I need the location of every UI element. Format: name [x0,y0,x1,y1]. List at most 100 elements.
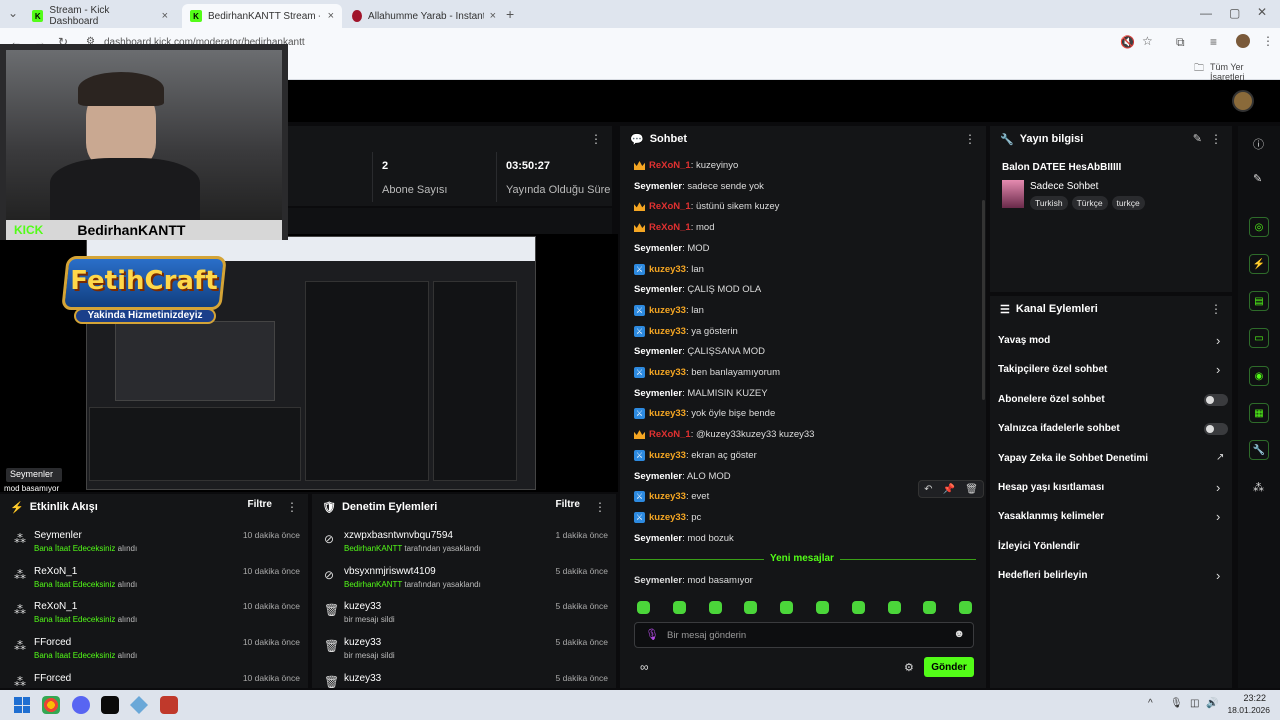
delete-icon[interactable]: 🗑 [965,484,978,495]
chat-username[interactable]: Seymenler [634,346,682,357]
wrench-tool-icon[interactable]: 🔧 [1249,440,1269,460]
chat-message[interactable]: ReXoN_1: kuzeyinyo [634,160,738,171]
chat-icon[interactable]: ▭ [1249,328,1269,348]
emote-icon[interactable] [959,601,973,614]
chat-username[interactable]: Seymenler [634,575,682,586]
chrome-icon[interactable] [42,696,60,714]
extensions-icon[interactable]: ⧉ [1176,35,1185,50]
chat-username[interactable]: ReXoN_1 [649,222,691,233]
chat-message[interactable]: Seymenler: MOD [634,243,710,254]
chat-message[interactable]: ReXoN_1: mod [634,222,714,233]
chat-username[interactable]: Seymenler [634,533,682,544]
chat-message[interactable]: ⚔ kuzey33: pc [634,511,701,523]
chat-message[interactable]: ⚔ kuzey33: ekran aç göster [634,449,757,461]
tag[interactable]: turkçe [1111,196,1145,210]
chat-message[interactable]: ReXoN_1: üstünü sikem kuzey [634,201,779,212]
close-icon[interactable]: × [328,10,334,22]
chat-message[interactable]: Seymenler: ÇALIŞSANA MOD [634,346,765,357]
chat-username[interactable]: kuzey33 [649,305,686,316]
media-icon[interactable]: ≡ [1210,35,1217,49]
chevron-right-icon[interactable]: › [1216,568,1220,583]
broadcast-icon[interactable]: ◉ [1249,366,1269,386]
channel-action-item[interactable]: Abonelere özel sohbet [998,394,1105,405]
moderation-row[interactable]: 🗑 kuzey33 5 dakika önce bir mesajı sildi [322,633,608,667]
network-icon[interactable]: ◫ [1190,698,1199,709]
message-input[interactable]: 🎙 Bir mesaj gönderin ☻ [634,622,974,648]
filter-button[interactable]: Filtre [248,499,272,510]
send-button[interactable]: Gönder [924,657,974,677]
chat-username[interactable]: Seymenler [634,471,682,482]
chat-username[interactable]: kuzey33 [649,326,686,337]
share-icon[interactable]: ⁂ [1253,481,1264,494]
channel-action-item[interactable]: Yavaş mod [998,335,1050,346]
filter-button[interactable]: Filtre [556,499,580,510]
reply-icon[interactable]: ↶ [924,484,932,495]
close-icon[interactable]: × [162,10,168,22]
external-link-icon[interactable]: ↗ [1216,452,1224,463]
clock-time[interactable]: 23:22 [1226,693,1266,703]
chat-message[interactable]: ⚔ kuzey33: ben banlayamıyorum [634,367,780,378]
emote-icon[interactable] [851,601,865,614]
microphone-icon[interactable]: 🎙 [645,628,659,641]
maximize-icon[interactable]: ▢ [1229,6,1240,20]
more-options-icon[interactable]: ⋮ [1210,132,1222,146]
chat-username[interactable]: ReXoN_1 [649,160,691,171]
minimize-icon[interactable]: — [1200,6,1212,20]
emoji-icon[interactable]: ☻ [953,628,965,640]
points-icon[interactable]: ∞ [640,660,649,674]
activity-row[interactable]: ⁂ Seymenler 10 dakika önce Bana İtaat Edece… [12,526,300,560]
chat-username[interactable]: kuzey33 [649,450,686,461]
tag[interactable]: Türkçe [1071,196,1108,210]
chat-scrollbar[interactable] [982,200,985,400]
tray-mic-icon[interactable]: 🎙 [1170,698,1183,709]
layout-icon[interactable]: ▦ [1249,403,1269,423]
chat-username[interactable]: kuzey33 [649,367,686,378]
channel-action-item[interactable]: Hesap yaşı kısıtlaması [998,482,1104,493]
emote-icon[interactable] [887,601,901,614]
channel-action-item[interactable]: Yapay Zeka ile Sohbet Denetimi [998,453,1148,464]
activity-row[interactable]: ⁂ ReXoN_1 10 dakika önce Bana İtaat Edeceks… [12,562,300,596]
bookmark-star-icon[interactable]: ☆ [1142,34,1153,48]
more-options-icon[interactable]: ⋮ [590,132,602,146]
chat-message[interactable]: Seymenler: ÇALIŞ MOD OLA [634,284,761,295]
menu-icon[interactable]: ⋮ [1262,34,1274,48]
chat-message[interactable]: ⚔ kuzey33: yok öyle bişe bende [634,408,775,420]
tab-stream[interactable]: K BedirhanKANTT Stream - Ki × [182,4,342,28]
chat-username[interactable]: Seymenler [634,388,682,399]
emote-icon[interactable] [672,601,686,614]
emote-icon[interactable] [637,601,650,614]
chat-message[interactable]: Seymenler: ALO MOD [634,471,731,482]
emote-icon[interactable] [780,601,794,614]
pencil-icon[interactable]: ✎ [1253,172,1262,185]
emote-icon[interactable] [708,601,722,614]
clock-date[interactable]: 18.01.2026 [1222,705,1270,715]
channel-action-item[interactable]: Yalnızca ifadelerle sohbet [998,423,1120,434]
chevron-right-icon[interactable]: › [1216,480,1220,495]
chat-message[interactable]: ⚔ kuzey33: lan [634,304,704,316]
activity-row[interactable]: ⁂ FForced 10 dakika önce Bana İtaat Edeceks… [12,633,300,667]
close-icon[interactable]: × [490,10,496,22]
chat-username[interactable]: kuzey33 [649,491,686,502]
chat-message[interactable]: ⚔ kuzey33: lan [634,263,704,275]
moderation-row[interactable]: ⊘ vbsyxnmjriswwt4109 5 dakika önce Bedirhan… [322,562,608,596]
emote-icon[interactable] [816,601,829,614]
more-options-icon[interactable]: ⋮ [594,500,606,514]
tray-chevron-icon[interactable]: ^ [1148,698,1153,709]
chat-username[interactable]: kuzey33 [649,512,686,523]
user-avatar[interactable] [1232,90,1254,112]
toggle-switch[interactable] [1204,423,1228,436]
discord-icon[interactable] [72,696,90,714]
chat-username[interactable]: kuzey33 [649,408,686,419]
document-icon[interactable]: ▤ [1249,291,1269,311]
settings-icon[interactable]: ⚙ [904,661,914,674]
mute-icon[interactable]: 🔇 [1120,35,1135,49]
channel-action-item[interactable]: Yasaklanmış kelimeler [998,511,1104,522]
chat-message[interactable]: Seymenler: mod bozuk [634,533,734,544]
tag[interactable]: Turkish [1030,196,1068,210]
activity-row[interactable]: ⁂ ReXoN_1 10 dakika önce Bana İtaat Edeceks… [12,597,300,631]
edit-icon[interactable]: ✎ [1193,132,1202,145]
window-close-icon[interactable]: ✕ [1257,5,1267,19]
volume-icon[interactable]: 🔊 [1206,698,1218,709]
app-icon[interactable] [160,696,178,714]
chat-message[interactable]: Seymenler: sadece sende yok [634,181,764,192]
